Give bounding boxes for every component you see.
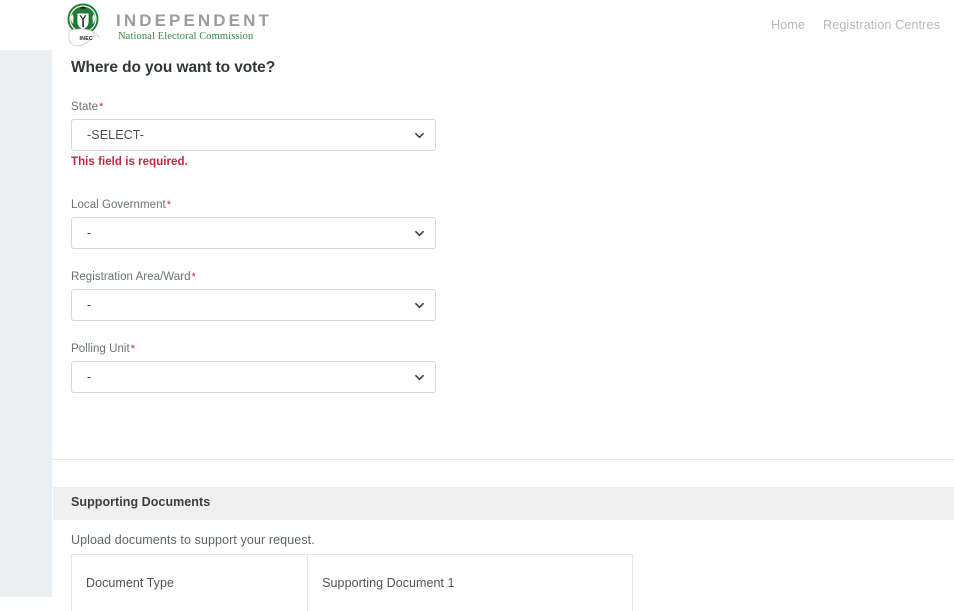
table-header-document-type: Document Type — [72, 555, 309, 611]
brand-name-primary: INDEPENDENT — [116, 11, 272, 30]
main-content: Where do you want to vote? State* -SELEC… — [52, 50, 954, 611]
brand-wordmark: INDEPENDENT National Electoral Commissio… — [116, 9, 272, 43]
upload-hint-text: Upload documents to support your request… — [71, 533, 315, 547]
field-label-polling-unit: Polling Unit* — [71, 343, 437, 355]
field-group-state: State* -SELECT- This field is required. — [71, 101, 437, 168]
field-label-polling-unit-text: Polling Unit — [71, 343, 130, 355]
brand-name-secondary: National Electoral Commission — [118, 31, 254, 42]
table-header-document-type-label: Document Type — [86, 576, 174, 590]
select-registration-area-ward-value: - — [87, 298, 92, 312]
select-state[interactable]: -SELECT- — [71, 119, 436, 151]
field-label-registration-area-ward-text: Registration Area/Ward — [71, 271, 191, 283]
select-polling-unit[interactable]: - — [71, 361, 436, 393]
field-label-state-text: State — [71, 101, 99, 113]
select-state-value: -SELECT- — [87, 128, 145, 142]
chevron-down-icon — [415, 131, 424, 140]
select-local-government-value: - — [87, 226, 92, 240]
field-label-state: State* — [71, 101, 437, 113]
field-label-registration-area-ward: Registration Area/Ward* — [71, 271, 437, 283]
required-indicator: * — [191, 271, 196, 283]
select-registration-area-ward[interactable]: - — [71, 289, 436, 321]
required-indicator: * — [166, 199, 172, 211]
page-title: Where do you want to vote? — [71, 59, 276, 76]
section-divider — [52, 459, 954, 460]
supporting-documents-table: Document Type Supporting Document 1 — [71, 554, 633, 611]
field-label-local-government: Local Government* — [71, 199, 437, 211]
site-header: INEC INDEPENDENT National Electoral Comm… — [0, 0, 954, 50]
supporting-documents-section-header: Supporting Documents — [53, 487, 954, 520]
inec-coat-of-arms-logo-icon: INEC — [58, 2, 108, 50]
nav-link-home[interactable]: Home — [771, 18, 805, 32]
chevron-down-icon — [415, 301, 424, 310]
supporting-documents-title: Supporting Documents — [71, 495, 211, 509]
chevron-down-icon — [415, 373, 424, 382]
svg-text:INEC: INEC — [80, 36, 93, 42]
field-label-local-government-text: Local Government — [71, 199, 166, 211]
field-group-polling-unit: Polling Unit* - — [71, 343, 437, 393]
chevron-down-icon — [415, 229, 424, 238]
select-local-government[interactable]: - — [71, 217, 436, 249]
select-polling-unit-value: - — [87, 370, 92, 384]
nav-link-registration-centres[interactable]: Registration Centres — [823, 18, 940, 32]
field-group-local-government: Local Government* - — [71, 199, 437, 249]
table-header-supporting-document-1: Supporting Document 1 — [308, 555, 632, 611]
field-error-state: This field is required. — [71, 156, 188, 168]
brand-logo[interactable]: INEC INDEPENDENT National Electoral Comm… — [58, 2, 272, 50]
left-side-rail — [0, 47, 52, 597]
field-group-registration-area-ward: Registration Area/Ward* - — [71, 271, 437, 321]
main-navigation: Home Registration Centres — [771, 18, 940, 32]
required-indicator: * — [130, 343, 136, 355]
required-indicator: * — [99, 101, 104, 113]
table-header-supporting-document-1-label: Supporting Document 1 — [322, 576, 455, 590]
